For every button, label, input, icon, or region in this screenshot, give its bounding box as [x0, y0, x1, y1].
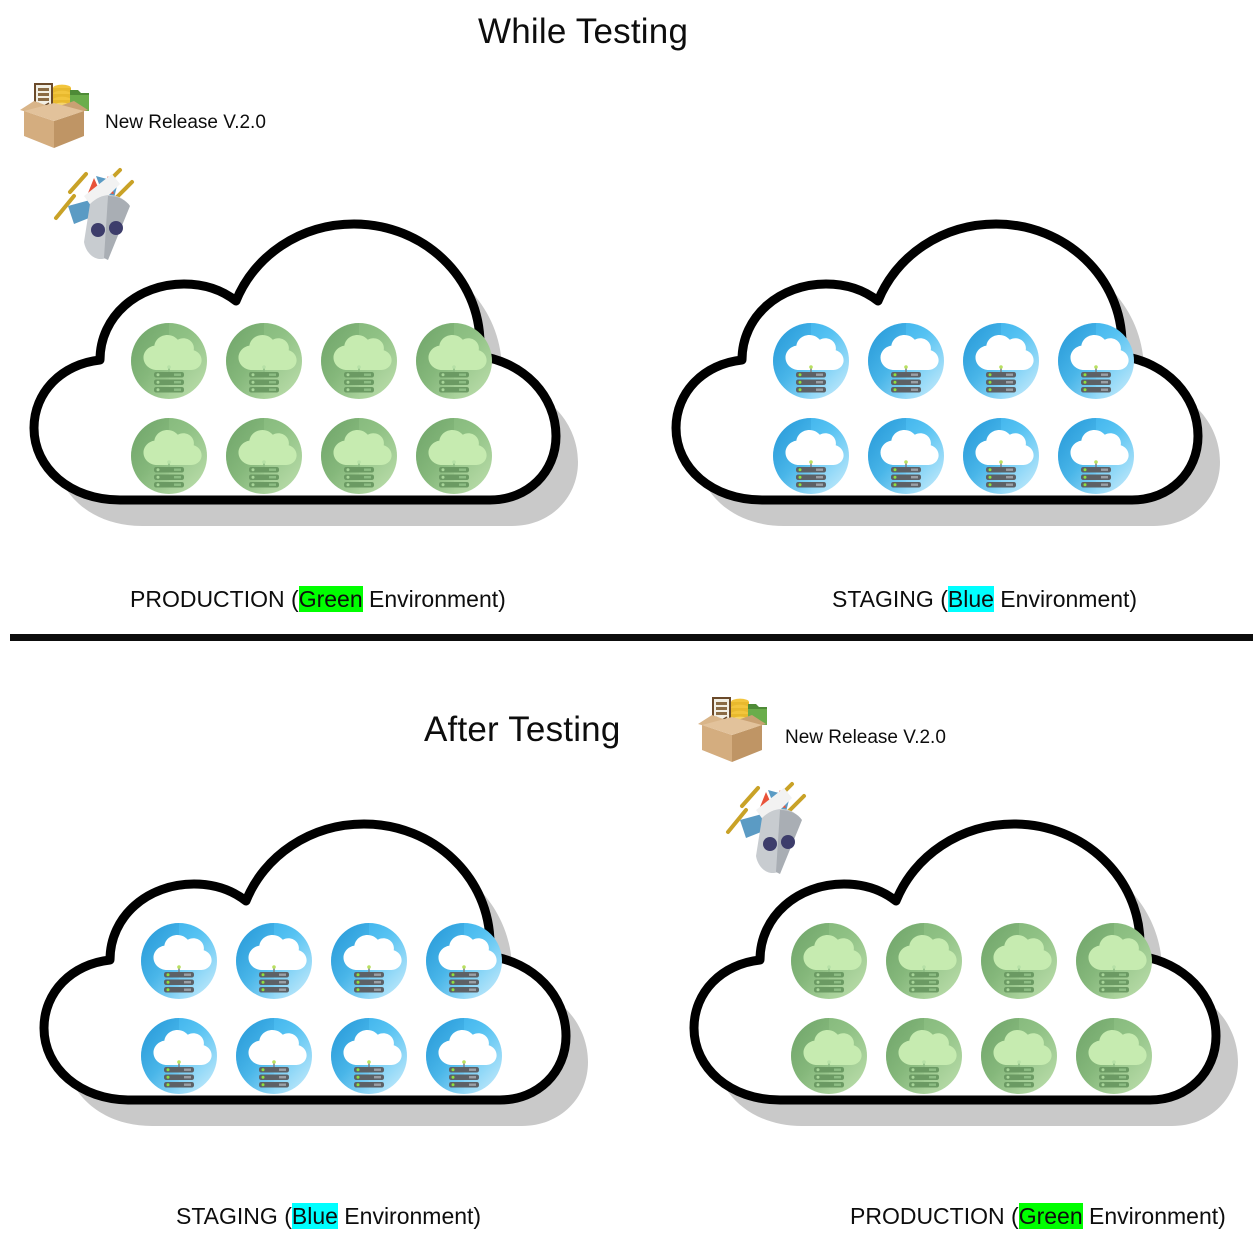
package-box-icon — [698, 697, 767, 762]
env-name: STAGING — [176, 1203, 278, 1229]
rocket-icon — [726, 782, 806, 874]
section-title-after-testing: After Testing — [424, 710, 621, 749]
env-highlight: Green — [298, 586, 363, 612]
server-node-blue — [140, 922, 218, 1000]
node-grid — [668, 812, 1260, 1172]
server-node-green — [885, 1017, 963, 1095]
paren: ( — [284, 1203, 292, 1229]
cloud-staging-top — [650, 212, 1250, 572]
server-node-blue — [235, 922, 313, 1000]
env-suffix: Environment) — [1082, 1203, 1226, 1229]
server-node-blue — [235, 1017, 313, 1095]
paren: ( — [291, 586, 299, 612]
env-label-staging-bottom: STAGING (Blue Environment) — [176, 1203, 482, 1229]
server-node-green — [885, 922, 963, 1000]
server-node-blue — [330, 922, 408, 1000]
server-node-green — [1075, 1017, 1153, 1095]
cloud-outline — [650, 212, 1220, 526]
cloud-production-top — [8, 212, 608, 572]
env-name: PRODUCTION — [850, 1203, 1005, 1229]
cloud-outline — [668, 812, 1238, 1126]
paren: ( — [940, 586, 948, 612]
env-suffix: Environment) — [337, 1203, 482, 1229]
release-label: New Release V.2.0 — [105, 112, 266, 133]
panel-while-testing: While Testing New Release V.2.0 PRODUCTI… — [0, 0, 1260, 637]
node-grid — [18, 812, 618, 1172]
cloud-staging-bottom — [18, 812, 618, 1172]
env-label-production-top: PRODUCTION (Green Environment) — [130, 586, 506, 612]
server-node-green — [980, 922, 1058, 1000]
server-node-blue — [140, 1017, 218, 1095]
env-suffix: Environment) — [993, 586, 1138, 612]
package-box-icon — [20, 83, 89, 148]
server-node-blue — [425, 1017, 503, 1095]
server-node-green — [790, 922, 868, 1000]
env-name: STAGING — [832, 586, 934, 612]
env-label-staging-top: STAGING (Blue Environment) — [832, 586, 1138, 612]
env-suffix: Environment) — [362, 586, 506, 612]
server-node-green — [1075, 922, 1153, 1000]
env-highlight: Blue — [291, 1203, 338, 1229]
cloud-production-bottom — [668, 812, 1260, 1172]
server-node-green — [980, 1017, 1058, 1095]
section-title-while-testing: While Testing — [478, 12, 689, 51]
server-node-green — [790, 1017, 868, 1095]
server-node-blue — [330, 1017, 408, 1095]
release-label: New Release V.2.0 — [785, 727, 946, 748]
env-name: PRODUCTION — [130, 586, 285, 612]
server-node-blue — [425, 922, 503, 1000]
paren: ( — [1011, 1203, 1019, 1229]
cloud-outline — [18, 812, 588, 1126]
env-highlight: Green — [1018, 1203, 1083, 1229]
env-label-production-bottom: PRODUCTION (Green Environment) — [850, 1203, 1226, 1229]
panel-divider — [10, 634, 1253, 641]
env-highlight: Blue — [947, 586, 994, 612]
cloud-outline — [8, 212, 578, 526]
